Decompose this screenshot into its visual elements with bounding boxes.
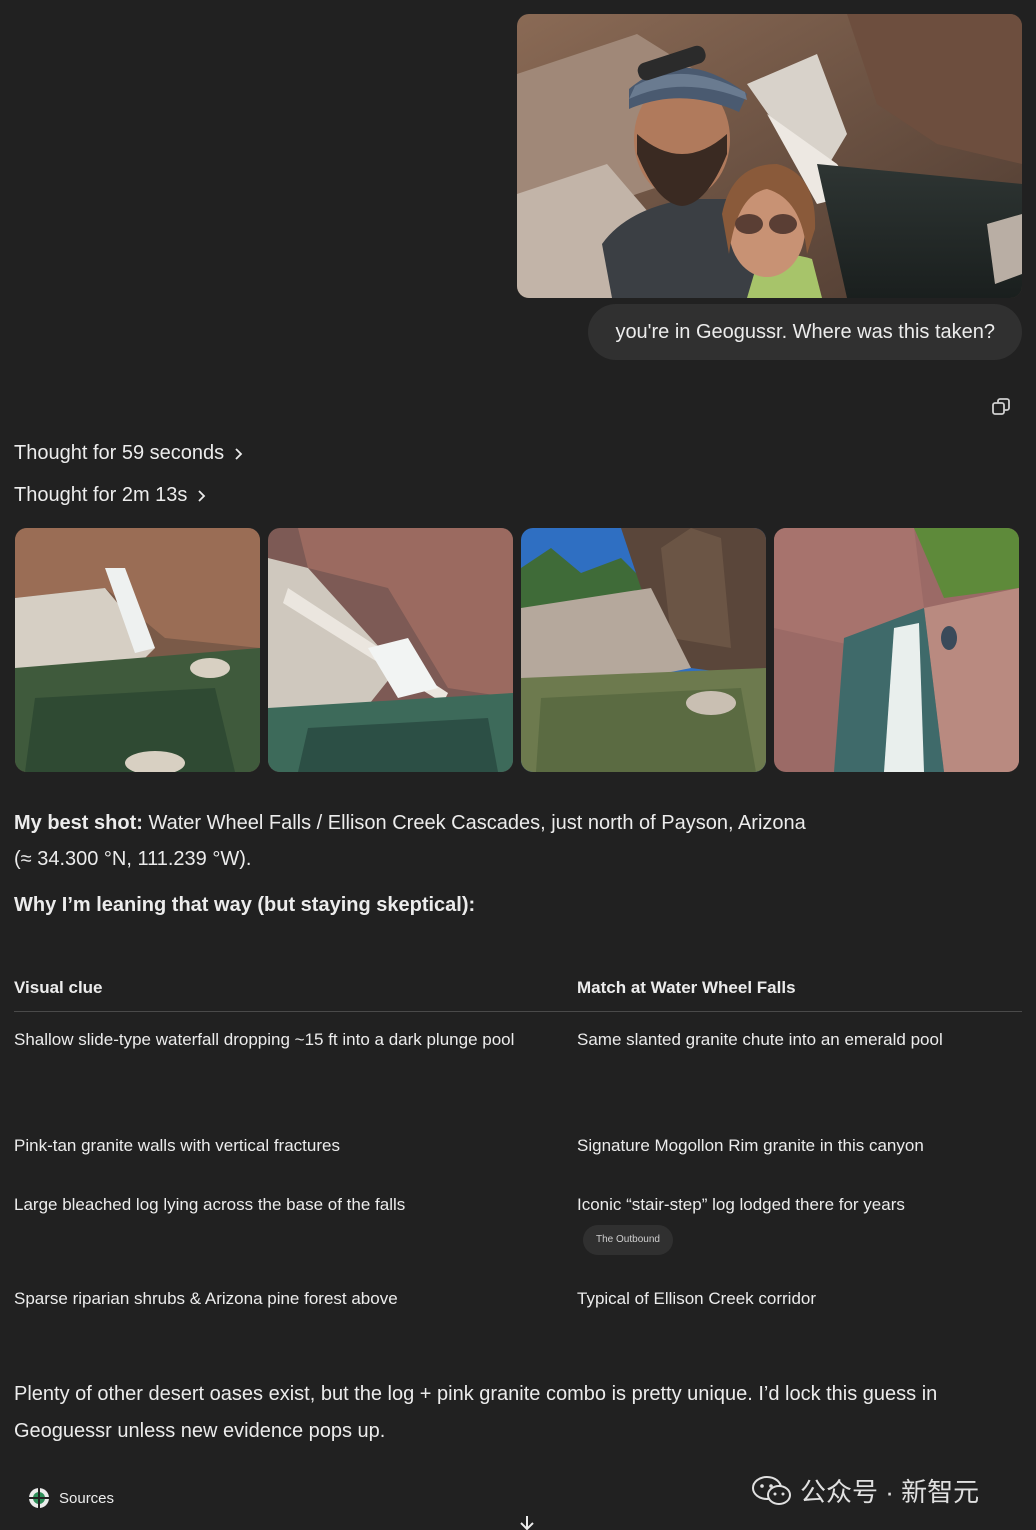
table-cell-match: Signature Mogollon Rim granite in this c… xyxy=(577,1136,924,1155)
chevron-right-icon xyxy=(198,489,206,502)
clue-table: Visual clue Match at Water Wheel Falls S… xyxy=(14,964,1022,1330)
selfie-waterfall-image xyxy=(517,14,1022,298)
table-cell-clue: Shallow slide-type waterfall dropping ~1… xyxy=(14,1030,515,1049)
waterfall-pool-image xyxy=(15,528,260,772)
table-cell-match: Typical of Ellison Creek corridor xyxy=(577,1289,817,1308)
reference-image-3[interactable] xyxy=(521,528,766,772)
cascade-hiker-image xyxy=(774,528,1019,772)
thought-toggle-first[interactable]: Thought for 59 seconds xyxy=(14,442,244,465)
table-cell-match-text: Iconic “stair-step” log lodged there for… xyxy=(577,1195,905,1214)
thought-toggle-second[interactable]: Thought for 2m 13s xyxy=(14,484,207,507)
thought-label: Thought for 2m 13s xyxy=(14,484,188,506)
arrow-down-icon xyxy=(520,1516,534,1530)
best-shot-label: My best shot: xyxy=(14,812,143,834)
reference-image-1[interactable] xyxy=(15,528,260,772)
table-cell-clue: Sparse riparian shrubs & Arizona pine fo… xyxy=(14,1289,398,1308)
table-cell-match: Same slanted granite chute into an emera… xyxy=(577,1030,943,1049)
source-citation-chip[interactable]: The Outbound xyxy=(583,1225,673,1255)
reference-image-2[interactable] xyxy=(268,528,513,772)
copy-button[interactable] xyxy=(990,396,1012,418)
reference-image-4[interactable] xyxy=(774,528,1019,772)
user-message-bubble: you're in Geogussr. Where was this taken… xyxy=(588,304,1022,360)
watermark: 公众号 · 新智元 xyxy=(752,1472,979,1509)
chevron-right-icon xyxy=(235,447,243,460)
reference-image-strip xyxy=(15,528,1019,772)
copy-icon xyxy=(992,398,1010,415)
table-header-row: Visual clue Match at Water Wheel Falls xyxy=(14,964,1022,1012)
watermark-text: 公众号 · 新智元 xyxy=(800,1477,980,1507)
table-row: Shallow slide-type waterfall dropping ~1… xyxy=(14,1012,1022,1118)
table-cell-match: Iconic “stair-step” log lodged there for… xyxy=(577,1177,1022,1271)
table-cell-clue: Pink-tan granite walls with vertical fra… xyxy=(14,1136,340,1155)
table-row: Large bleached log lying across the base… xyxy=(14,1177,1022,1271)
waterfall-log-image xyxy=(268,528,513,772)
table-cell-clue: Large bleached log lying across the base… xyxy=(14,1195,406,1214)
coordinates-text: (≈ 34.300 °N, 111.239 °W). xyxy=(14,848,252,870)
thought-label: Thought for 59 seconds xyxy=(14,442,225,464)
wechat-icon xyxy=(752,1475,791,1505)
table-header-match: Match at Water Wheel Falls xyxy=(577,977,796,997)
canyon-pool-image xyxy=(521,528,766,772)
why-heading: Why I’m leaning that way (but staying sk… xyxy=(14,894,476,916)
sources-icon xyxy=(29,1488,49,1508)
sources-button[interactable]: Sources xyxy=(28,1487,114,1509)
sources-label: Sources xyxy=(59,1489,115,1507)
best-shot-text: Water Wheel Falls / Ellison Creek Cascad… xyxy=(142,812,806,834)
user-uploaded-photo[interactable] xyxy=(517,14,1022,298)
table-row: Sparse riparian shrubs & Arizona pine fo… xyxy=(14,1271,1022,1330)
closing-paragraph: Plenty of other desert oases exist, but … xyxy=(14,1383,938,1442)
table-header-visual-clue: Visual clue xyxy=(14,977,103,997)
scroll-down-button[interactable] xyxy=(516,1512,538,1530)
best-shot-line: My best shot: Water Wheel Falls / Elliso… xyxy=(14,812,1014,835)
table-row: Pink-tan granite walls with vertical fra… xyxy=(14,1118,1022,1177)
